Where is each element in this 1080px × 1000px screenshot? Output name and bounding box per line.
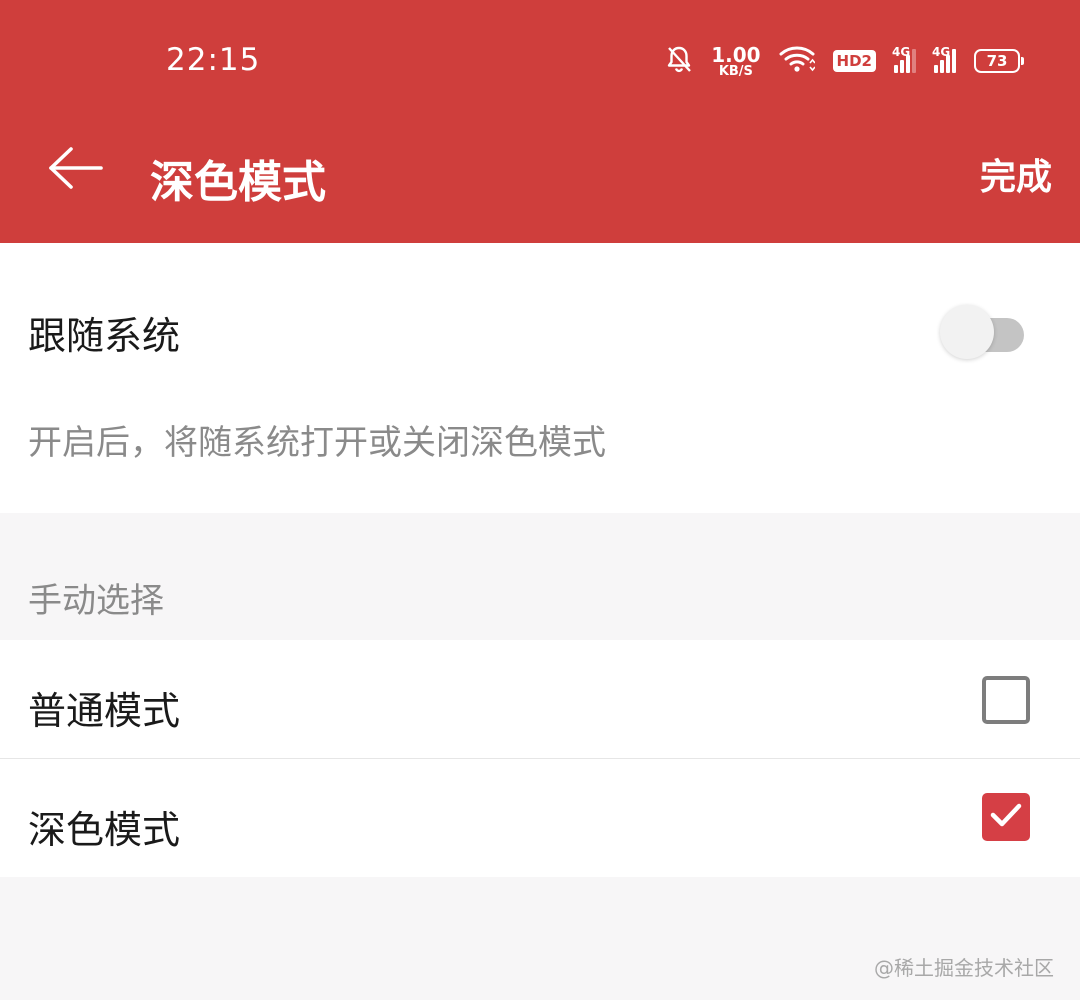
watermark: @稀土掘金技术社区 (874, 956, 1054, 980)
wifi-icon (779, 45, 816, 77)
toggle-knob (940, 305, 994, 359)
status-bar: 22:15 1.00 KB/S HD2 4G 4G 73 (0, 0, 1080, 118)
option-normal-mode[interactable]: 普通模式 (0, 640, 1080, 758)
manual-options-card: 普通模式 深色模式 (0, 640, 1080, 877)
arrow-left-icon (47, 146, 103, 194)
follow-system-label: 跟随系统 (28, 314, 181, 358)
bell-off-icon (665, 44, 693, 78)
battery-icon: 73 (974, 49, 1024, 73)
option-label: 深色模式 (28, 808, 181, 852)
checkbox-checked[interactable] (982, 793, 1030, 841)
follow-system-card: 跟随系统 开启后，将随系统打开或关闭深色模式 (0, 243, 1080, 513)
follow-system-toggle[interactable] (940, 305, 1024, 359)
network-speed: 1.00 KB/S (711, 42, 761, 79)
signal-icon: 4G (932, 45, 956, 73)
manual-select-header: 手动选择 (28, 581, 164, 621)
status-icons: 1.00 KB/S HD2 4G 4G 73 (665, 40, 1024, 82)
page-title: 深色模式 (150, 157, 326, 208)
signal-icon: 4G (892, 45, 916, 73)
back-button[interactable] (40, 140, 110, 200)
option-dark-mode[interactable]: 深色模式 (0, 759, 1080, 877)
done-button[interactable]: 完成 (980, 148, 1052, 200)
checkbox-unchecked[interactable] (982, 676, 1030, 724)
hd-badge: HD2 (832, 50, 876, 72)
follow-system-description: 开启后，将随系统打开或关闭深色模式 (28, 423, 606, 463)
option-label: 普通模式 (28, 689, 181, 733)
app-bar: 深色模式 完成 (0, 118, 1080, 243)
status-time: 22:15 (166, 42, 261, 78)
checkmark-icon (989, 801, 1023, 833)
